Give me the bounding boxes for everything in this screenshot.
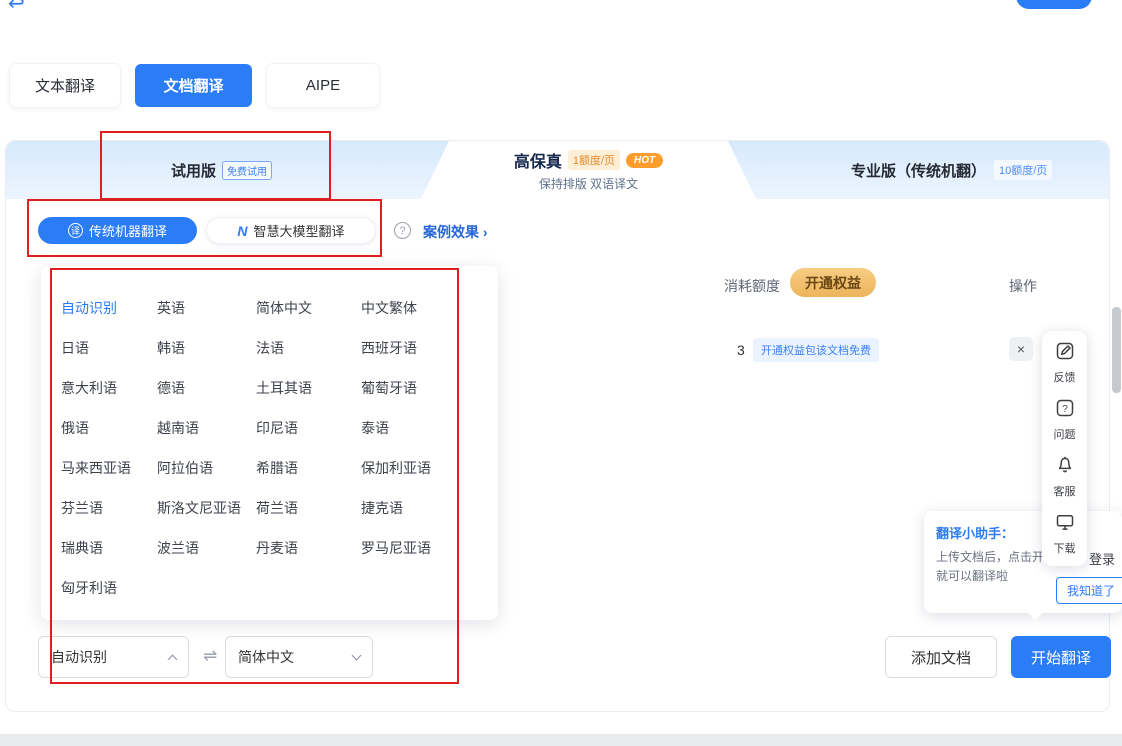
plan-tab-hifi[interactable]: 高保真 1额度/页 HOT 保持排版 双语译文	[421, 141, 756, 199]
feedback-label: 反馈	[1054, 369, 1076, 385]
page-bottom-strip	[0, 734, 1122, 746]
language-option[interactable]: 中文繁体	[361, 298, 478, 318]
language-option[interactable]: 英语	[157, 298, 256, 318]
doc-benefit-note[interactable]: 开通权益包该文档免费	[753, 338, 879, 362]
target-language-value: 简体中文	[238, 647, 294, 667]
customer-service-button[interactable]: 客服	[1054, 455, 1076, 499]
plan-tabs-header: 试用版 免费试用 高保真 1额度/页 HOT 保持排版 双语译文 专业版（传统机…	[6, 141, 1109, 199]
floating-toolbar: 反馈 ? 问题 客服	[1042, 331, 1087, 566]
free-trial-badge: 免费试用	[222, 161, 272, 180]
tab-doc-translate[interactable]: 文档翻译	[135, 64, 252, 107]
monitor-icon	[1055, 512, 1075, 537]
question-button[interactable]: ? 问题	[1054, 398, 1076, 442]
language-option[interactable]: 保加利亚语	[361, 458, 478, 478]
language-option[interactable]: 自动识别	[61, 298, 157, 318]
language-option[interactable]: 马来西亚语	[61, 458, 157, 478]
language-option[interactable]: 土耳其语	[256, 378, 361, 398]
target-language-select[interactable]: 简体中文	[225, 636, 373, 678]
language-option[interactable]: 印尼语	[256, 418, 361, 438]
source-language-value: 自动识别	[51, 647, 107, 667]
feedback-button[interactable]: 反馈	[1054, 341, 1076, 385]
trial-plan-label: 试用版	[171, 160, 216, 181]
back-icon[interactable]: ↩	[8, 0, 25, 16]
column-header-action: 操作	[1009, 276, 1037, 296]
pro-quota-badge: 10额度/页	[994, 160, 1052, 180]
pro-plan-label: 专业版（传统机翻）	[851, 160, 986, 181]
download-button[interactable]: 下载	[1054, 512, 1076, 556]
language-option[interactable]: 阿拉伯语	[157, 458, 256, 478]
doc-translate-panel: 试用版 免费试用 高保真 1额度/页 HOT 保持排版 双语译文 专业版（传统机…	[5, 140, 1110, 712]
language-option[interactable]: 法语	[256, 338, 361, 358]
language-option[interactable]: 匈牙利语	[61, 578, 157, 598]
hifi-plan-subtitle: 保持排版 双语译文	[539, 175, 638, 192]
login-link[interactable]: 登录	[1089, 549, 1115, 568]
language-option[interactable]: 波兰语	[157, 538, 256, 558]
tooltip-confirm-button[interactable]: 我知道了	[1056, 577, 1122, 604]
language-option[interactable]: 荷兰语	[256, 498, 361, 518]
plan-tab-trial[interactable]: 试用版 免费试用	[171, 141, 272, 199]
topbar-primary-button[interactable]	[1016, 0, 1092, 9]
chevron-up-icon	[168, 654, 178, 664]
doc-quota-value: 3	[737, 342, 745, 358]
hot-badge: HOT	[626, 153, 663, 168]
language-option[interactable]: 韩语	[157, 338, 256, 358]
engine-smart-label: 智慧大模型翻译	[254, 221, 345, 240]
download-label: 下载	[1054, 540, 1076, 556]
language-option[interactable]: 瑞典语	[61, 538, 157, 558]
hifi-title-row: 高保真 1额度/页 HOT	[514, 148, 663, 172]
language-option[interactable]: 斯洛文尼亚语	[157, 498, 256, 518]
engine-smart-button[interactable]: N 智慧大模型翻译	[206, 217, 376, 244]
language-option[interactable]: 德语	[157, 378, 256, 398]
translate-icon: 译	[68, 223, 83, 238]
language-option[interactable]: 越南语	[157, 418, 256, 438]
engine-traditional-label: 传统机器翻译	[89, 221, 167, 240]
language-option[interactable]: 日语	[61, 338, 157, 358]
language-option[interactable]: 罗马尼亚语	[361, 538, 478, 558]
language-option[interactable]: 简体中文	[256, 298, 361, 318]
language-option[interactable]: 芬兰语	[61, 498, 157, 518]
customer-service-label: 客服	[1054, 483, 1076, 499]
language-option[interactable]: 葡萄牙语	[361, 378, 478, 398]
ai-model-icon: N	[237, 223, 247, 239]
vertical-scrollbar[interactable]	[1112, 307, 1121, 393]
source-language-select[interactable]: 自动识别	[38, 636, 189, 678]
help-icon[interactable]: ?	[394, 222, 411, 239]
language-option[interactable]: 泰语	[361, 418, 478, 438]
language-option[interactable]: 俄语	[61, 418, 157, 438]
engine-traditional-button[interactable]: 译 传统机器翻译	[38, 217, 197, 244]
mode-tabs: 文本翻译 文档翻译 AIPE	[10, 64, 379, 107]
remove-doc-button[interactable]: ×	[1009, 337, 1033, 361]
activate-benefits-button[interactable]: 开通权益	[790, 268, 876, 297]
language-option[interactable]: 意大利语	[61, 378, 157, 398]
feedback-icon	[1055, 341, 1075, 366]
swap-languages-icon[interactable]: ⇌	[203, 646, 217, 666]
start-translate-button[interactable]: 开始翻译	[1011, 636, 1111, 678]
language-option[interactable]: 丹麦语	[256, 538, 361, 558]
language-grid: 自动识别英语简体中文中文繁体日语韩语法语西班牙语意大利语德语土耳其语葡萄牙语俄语…	[61, 288, 478, 608]
hifi-quota-badge: 1额度/页	[568, 150, 620, 170]
question-icon: ?	[1055, 398, 1075, 423]
bell-icon	[1055, 455, 1075, 480]
case-examples-link[interactable]: 案例效果 ›	[423, 222, 488, 242]
column-header-quota: 消耗额度	[724, 276, 780, 296]
doc-translation-app: ↩ 文本翻译 文档翻译 AIPE 试用版 免费试用 高保真 1额度/页 HOT …	[0, 0, 1122, 746]
chevron-down-icon	[352, 651, 362, 661]
language-option[interactable]: 西班牙语	[361, 338, 478, 358]
hifi-plan-label: 高保真	[514, 148, 562, 172]
tab-text-translate[interactable]: 文本翻译	[10, 64, 120, 107]
language-dropdown-panel: 自动识别英语简体中文中文繁体日语韩语法语西班牙语意大利语德语土耳其语葡萄牙语俄语…	[41, 266, 498, 620]
language-option[interactable]: 捷克语	[361, 498, 478, 518]
svg-text:?: ?	[1062, 404, 1068, 415]
tab-aipe[interactable]: AIPE	[267, 64, 379, 107]
language-option[interactable]: 希腊语	[256, 458, 361, 478]
question-label: 问题	[1054, 426, 1076, 442]
add-document-button[interactable]: 添加文档	[885, 636, 997, 678]
plan-tab-pro[interactable]: 专业版（传统机翻） 10额度/页	[851, 141, 1052, 199]
